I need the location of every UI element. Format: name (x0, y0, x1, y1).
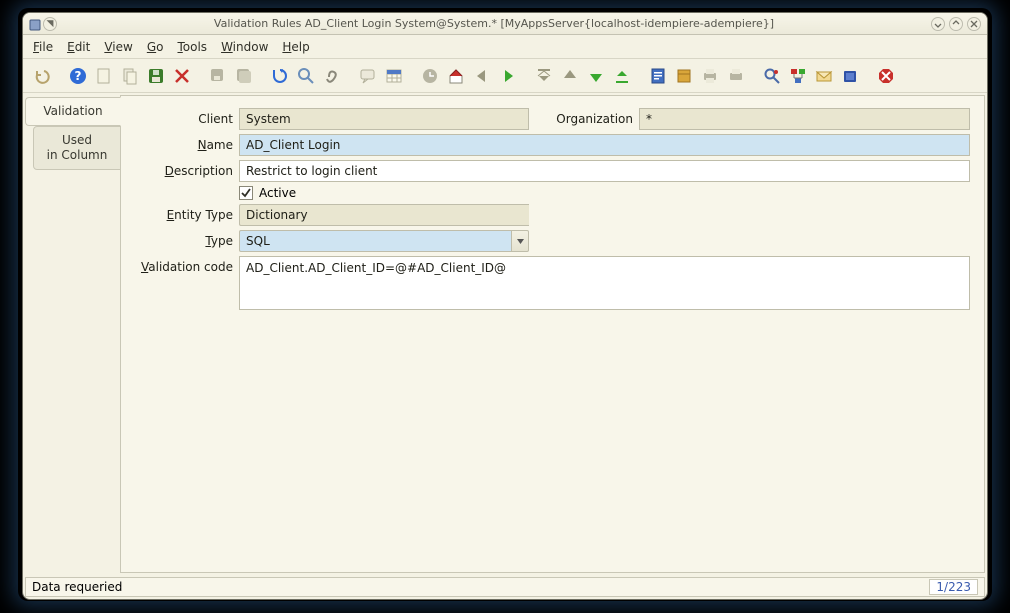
delete-icon[interactable] (171, 65, 193, 87)
label-entity-type: Entity Type (129, 208, 239, 222)
label-type: Type (129, 234, 239, 248)
attach-icon[interactable] (321, 65, 343, 87)
label-name: Name (129, 138, 239, 152)
maximize-button[interactable] (949, 17, 963, 31)
type-combo[interactable]: SQL (239, 230, 529, 252)
active-label: Active (259, 186, 296, 200)
window-menu-icon[interactable]: ◥ (43, 17, 57, 31)
menubar: File Edit View Go Tools Window Help (23, 35, 987, 59)
saveall-icon[interactable] (207, 65, 229, 87)
report-icon[interactable] (647, 65, 669, 87)
print-preview-icon[interactable] (725, 65, 747, 87)
chat-icon[interactable] (357, 65, 379, 87)
refresh-icon[interactable] (269, 65, 291, 87)
entity-type-combo[interactable]: Dictionary (239, 204, 529, 226)
toolbar: ? (23, 59, 987, 93)
first-icon[interactable] (533, 65, 555, 87)
menu-edit[interactable]: Edit (67, 40, 90, 54)
help-icon[interactable]: ? (67, 65, 89, 87)
grid-icon[interactable] (383, 65, 405, 87)
next-icon[interactable] (497, 65, 519, 87)
menu-help[interactable]: Help (282, 40, 309, 54)
active-checkbox[interactable]: Active (239, 186, 296, 200)
down-icon[interactable] (585, 65, 607, 87)
label-description: Description (129, 164, 239, 178)
window: ◥ Validation Rules AD_Client Login Syste… (22, 12, 988, 600)
menu-tools[interactable]: Tools (177, 40, 207, 54)
app-icon (29, 19, 39, 29)
print-icon[interactable] (699, 65, 721, 87)
workflow-icon[interactable] (787, 65, 809, 87)
validation-code-field[interactable]: AD_Client.AD_Client_ID=@#AD_Client_ID@ (239, 256, 970, 310)
menu-view[interactable]: View (104, 40, 132, 54)
product-icon[interactable] (839, 65, 861, 87)
check-icon (239, 186, 253, 200)
record-counter: 1/223 (929, 579, 978, 595)
last-icon[interactable] (611, 65, 633, 87)
menu-file[interactable]: File (33, 40, 53, 54)
new-icon[interactable] (93, 65, 115, 87)
undo-icon[interactable] (31, 65, 53, 87)
statusbar: Data requeried 1/223 (25, 577, 985, 597)
label-validation-code: Validation code (129, 256, 239, 274)
type-value: SQL (239, 230, 511, 252)
request-icon[interactable] (813, 65, 835, 87)
exit-icon[interactable] (875, 65, 897, 87)
window-title: Validation Rules AD_Client Login System@… (57, 17, 931, 30)
name-field[interactable]: AD_Client Login (239, 134, 970, 156)
history-icon[interactable] (419, 65, 441, 87)
menu-go[interactable]: Go (147, 40, 164, 54)
ignore-icon[interactable] (233, 65, 255, 87)
svg-text:?: ? (75, 69, 82, 83)
prev-icon[interactable] (471, 65, 493, 87)
zoom-icon[interactable] (295, 65, 317, 87)
menu-window[interactable]: Window (221, 40, 268, 54)
label-client: Client (129, 112, 239, 126)
save-icon[interactable] (145, 65, 167, 87)
titlebar: ◥ Validation Rules AD_Client Login Syste… (23, 13, 987, 35)
description-field[interactable]: Restrict to login client (239, 160, 970, 182)
find-icon[interactable] (761, 65, 783, 87)
form-pane: Client System Organization * Name AD_Cli… (120, 95, 985, 573)
tab-validation[interactable]: Validation (25, 97, 121, 126)
up-icon[interactable] (559, 65, 581, 87)
status-text: Data requeried (32, 580, 122, 594)
tab-used-in-column[interactable]: Used in Column (33, 126, 121, 170)
client-field: System (239, 108, 529, 130)
copy-icon[interactable] (119, 65, 141, 87)
organization-field: * (639, 108, 970, 130)
close-button[interactable] (967, 17, 981, 31)
tabs: Validation Used in Column (25, 95, 121, 573)
home-icon[interactable] (445, 65, 467, 87)
label-organization: Organization (529, 112, 639, 126)
minimize-button[interactable] (931, 17, 945, 31)
chevron-down-icon[interactable] (511, 230, 529, 252)
entity-type-value: Dictionary (239, 204, 529, 226)
archive-icon[interactable] (673, 65, 695, 87)
